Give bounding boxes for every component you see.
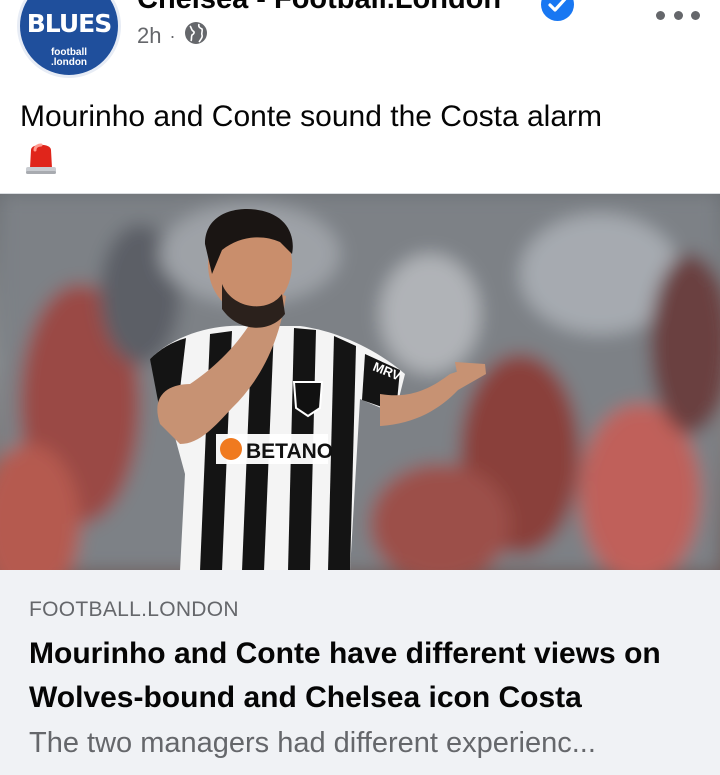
post-timestamp[interactable]: 2h xyxy=(137,23,161,49)
post-text: Mourinho and Conte sound the Costa alarm xyxy=(20,100,603,133)
meta-separator: · xyxy=(169,25,176,46)
player-photo: BETANO MRV xyxy=(0,194,720,571)
more-options-icon[interactable] xyxy=(656,4,700,26)
article-image[interactable]: BETANO MRV xyxy=(0,193,720,571)
sponsor-text: BETANO xyxy=(246,440,333,463)
page-avatar[interactable]: BLUES football .london xyxy=(17,0,121,78)
avatar-logo-subtext: football .london xyxy=(20,48,118,68)
link-title[interactable]: Mourinho and Conte have different views … xyxy=(29,632,689,720)
link-preview[interactable]: FOOTBALL.LONDON Mourinho and Conte have … xyxy=(0,570,720,775)
link-description: The two managers had different experienc… xyxy=(29,727,596,759)
police-siren-icon xyxy=(24,138,58,176)
facebook-post: BLUES football .london Chelsea - Footbal… xyxy=(0,0,720,775)
verified-badge-icon xyxy=(541,0,574,21)
post-meta: 2h · xyxy=(137,22,208,50)
avatar-subtext-line2: .london xyxy=(50,57,88,68)
link-domain: FOOTBALL.LONDON xyxy=(29,598,239,621)
globe-icon xyxy=(184,21,208,51)
page-name[interactable]: Chelsea - Football.London xyxy=(137,0,501,16)
avatar-logo-text: BLUES xyxy=(26,9,112,38)
post-header: BLUES football .london Chelsea - Footbal… xyxy=(0,0,720,80)
